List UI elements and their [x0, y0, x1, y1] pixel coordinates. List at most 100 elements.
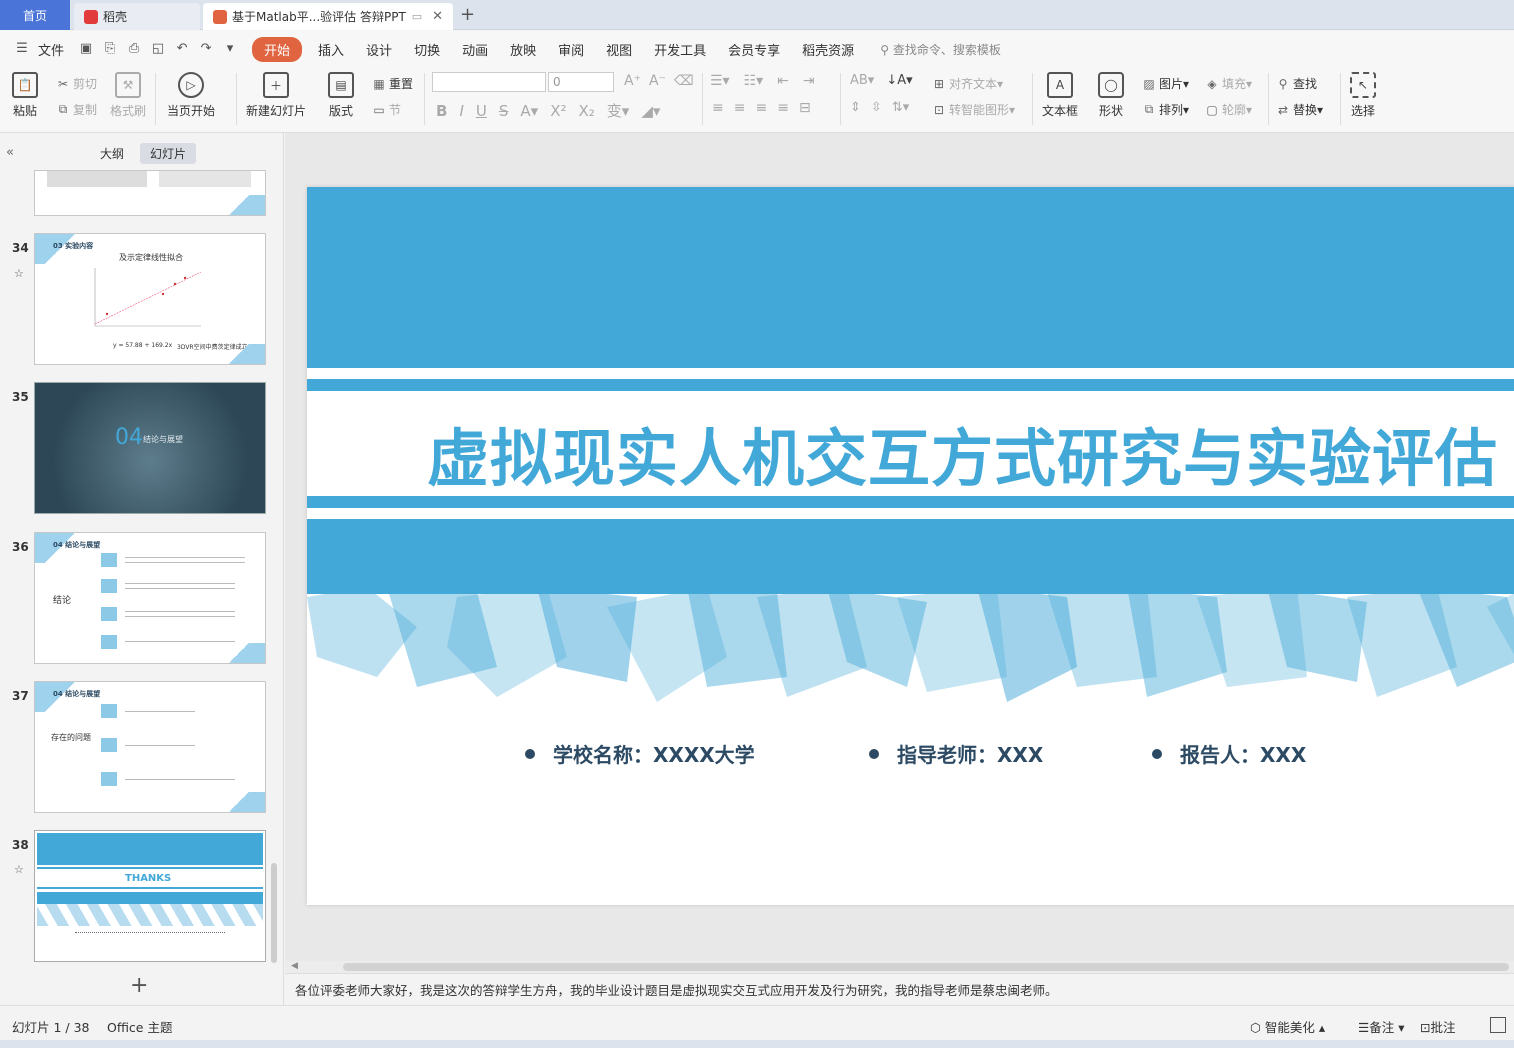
strikethrough-icon[interactable]: S: [499, 102, 509, 120]
increase-indent-icon[interactable]: ⇥: [803, 73, 815, 89]
command-search[interactable]: ⚲ 查找命令、搜索模板: [880, 41, 1001, 58]
cut-button[interactable]: ✂ 剪切: [56, 75, 97, 92]
save-icon[interactable]: ▣: [78, 41, 94, 57]
layout-button[interactable]: ▤ 版式: [328, 72, 354, 119]
format-painter-button[interactable]: ⚒ 格式刷: [110, 72, 146, 119]
font-name-field[interactable]: [432, 72, 546, 92]
slide-thumbnail-38[interactable]: THANKS: [34, 830, 266, 962]
horizontal-scroll-thumb[interactable]: [343, 963, 1509, 971]
paste-button[interactable]: 📋 粘贴: [12, 72, 38, 119]
menu-transition[interactable]: 切换: [408, 40, 446, 59]
tab-document[interactable]: 基于Matlab平...验评估 答辩PPT ▭ ✕: [203, 3, 453, 30]
font-color-icon[interactable]: A▾: [520, 102, 538, 120]
thumbnail-scrollbar[interactable]: [271, 863, 277, 963]
copy-button[interactable]: ⧉ 复制: [56, 101, 97, 118]
justify-icon[interactable]: ≡: [777, 100, 789, 116]
theme-name[interactable]: Office 主题: [107, 1017, 172, 1036]
tab-slides[interactable]: 幻灯片: [140, 143, 197, 164]
text-box-style-icon[interactable]: AB▾: [850, 73, 874, 88]
smart-beautify-button[interactable]: ⬡ 智能美化 ▴: [1250, 1017, 1325, 1036]
numbered-list-icon[interactable]: ☷▾: [744, 73, 764, 89]
menu-design[interactable]: 设计: [360, 40, 398, 59]
scroll-left-icon[interactable]: ◀: [291, 961, 298, 971]
slide-thumbnail-35[interactable]: 04 结论与展望: [34, 382, 266, 514]
align-center-icon[interactable]: ≡: [734, 100, 746, 116]
horizontal-scrollbar[interactable]: ◀: [285, 961, 1514, 973]
reporter-info[interactable]: 报告人：XXX: [1152, 739, 1306, 768]
superscript-icon[interactable]: X²: [550, 102, 566, 120]
select-button[interactable]: ↖ 选择: [1350, 72, 1376, 119]
menu-insert[interactable]: 插入: [312, 40, 350, 59]
collapse-panel-icon[interactable]: «: [6, 145, 14, 160]
add-slide-button[interactable]: +: [130, 973, 148, 998]
slide-thumbnail-33[interactable]: [34, 170, 266, 216]
from-current-slide-button[interactable]: ▷ 当页开始: [167, 72, 215, 119]
grow-font-icon[interactable]: A⁺: [624, 73, 641, 89]
menu-start[interactable]: 开始: [252, 36, 303, 62]
menu-animation[interactable]: 动画: [456, 40, 494, 59]
subscript-icon[interactable]: X₂: [578, 102, 594, 120]
align-right-icon[interactable]: ≡: [755, 100, 767, 116]
undo-icon[interactable]: ↶: [174, 41, 190, 57]
section-button[interactable]: ▭ 节: [372, 101, 401, 118]
menu-developer[interactable]: 开发工具: [648, 40, 712, 59]
more-chevron-icon[interactable]: ▾: [222, 41, 238, 57]
align-left-icon[interactable]: ≡: [712, 100, 724, 116]
underline-icon[interactable]: U: [476, 102, 487, 120]
reset-button[interactable]: ▦ 重置: [372, 75, 413, 92]
slide-thumbnail-34[interactable]: 03 实验内容 及示定律线性拟合 y = 57.88 + 169.2x 3DVR…: [34, 233, 266, 365]
window-icon[interactable]: ▭: [412, 10, 422, 23]
arrange-button[interactable]: ⧉ 排列 ▾: [1142, 101, 1189, 118]
picture-button[interactable]: ▨ 图片 ▾: [1142, 75, 1189, 92]
menu-review[interactable]: 审阅: [552, 40, 590, 59]
column-icon[interactable]: ⇅▾: [892, 100, 909, 115]
comments-button[interactable]: ⊡批注: [1420, 1017, 1456, 1036]
notes-toggle-button[interactable]: ☰备注 ▾: [1358, 1017, 1404, 1036]
find-button[interactable]: ⚲ 查找: [1276, 75, 1317, 92]
highlight-icon[interactable]: ◢▾: [641, 102, 660, 120]
slide-title[interactable]: 虚拟现实人机交互方式研究与实验评估: [427, 408, 1498, 498]
preview-icon[interactable]: ◱: [150, 41, 166, 57]
font-size-field[interactable]: 0: [548, 72, 614, 92]
shape-button[interactable]: ◯ 形状: [1098, 72, 1124, 119]
current-slide[interactable]: 虚拟现实人机交互方式研究与实验评估 学校名称：XXXX大学 指导老师：XXX 报…: [307, 187, 1514, 905]
shrink-font-icon[interactable]: A⁻: [649, 73, 666, 89]
textbox-button[interactable]: A 文本框: [1042, 72, 1078, 119]
bullet-list-icon[interactable]: ☰▾: [710, 73, 730, 89]
school-info[interactable]: 学校名称：XXXX大学: [525, 739, 755, 768]
menu-daoke-resources[interactable]: 稻壳资源: [796, 40, 860, 59]
sort-icon[interactable]: ↓A▾: [886, 73, 912, 88]
tab-home[interactable]: 首页: [0, 0, 70, 30]
hamburger-icon[interactable]: ☰: [14, 41, 30, 57]
export-icon[interactable]: ⎘: [102, 41, 118, 57]
tab-outline[interactable]: 大纲: [90, 143, 134, 164]
phonetic-icon[interactable]: 变▾: [607, 100, 630, 121]
redo-icon[interactable]: ↷: [198, 41, 214, 57]
tab-daoke[interactable]: 稻壳: [74, 3, 200, 30]
decrease-indent-icon[interactable]: ⇤: [777, 73, 789, 89]
menu-slideshow[interactable]: 放映: [504, 40, 542, 59]
new-tab-button[interactable]: +: [460, 4, 475, 25]
advisor-info[interactable]: 指导老师：XXX: [869, 739, 1043, 768]
italic-icon[interactable]: I: [459, 102, 463, 120]
new-slide-button[interactable]: ＋ 新建幻灯片: [246, 72, 306, 119]
print-icon[interactable]: ⎙: [126, 41, 142, 57]
replace-button[interactable]: ⇄ 替换 ▾: [1276, 101, 1323, 118]
slide-thumbnail-36[interactable]: 04 结论与展望 结论: [34, 532, 266, 664]
paragraph-spacing-icon[interactable]: ⇳: [871, 100, 882, 115]
align-text-button[interactable]: ⊞ 对齐文本 ▾: [932, 75, 1003, 92]
close-tab-icon[interactable]: ✕: [432, 9, 443, 24]
menu-view[interactable]: 视图: [600, 40, 638, 59]
outline-button[interactable]: ▢ 轮廓 ▾: [1205, 101, 1252, 118]
fill-button[interactable]: ◈ 填充 ▾: [1205, 75, 1252, 92]
normal-view-icon[interactable]: [1490, 1017, 1506, 1033]
menu-file[interactable]: 文件: [38, 40, 70, 59]
bold-icon[interactable]: B: [436, 102, 447, 120]
line-spacing-icon[interactable]: ⇕: [850, 100, 861, 115]
slide-thumbnail-37[interactable]: 04 结论与展望 存在的问题: [34, 681, 266, 813]
distributed-icon[interactable]: ⊟: [799, 100, 811, 116]
menu-member[interactable]: 会员专享: [722, 40, 786, 59]
speaker-notes[interactable]: 各位评委老师大家好，我是这次的答辩学生方舟，我的毕业设计题目是虚拟现实交互式应用…: [285, 973, 1514, 1005]
smartart-button[interactable]: ⊡ 转智能图形 ▾: [932, 101, 1015, 118]
clear-format-icon[interactable]: ⌫: [674, 73, 694, 89]
